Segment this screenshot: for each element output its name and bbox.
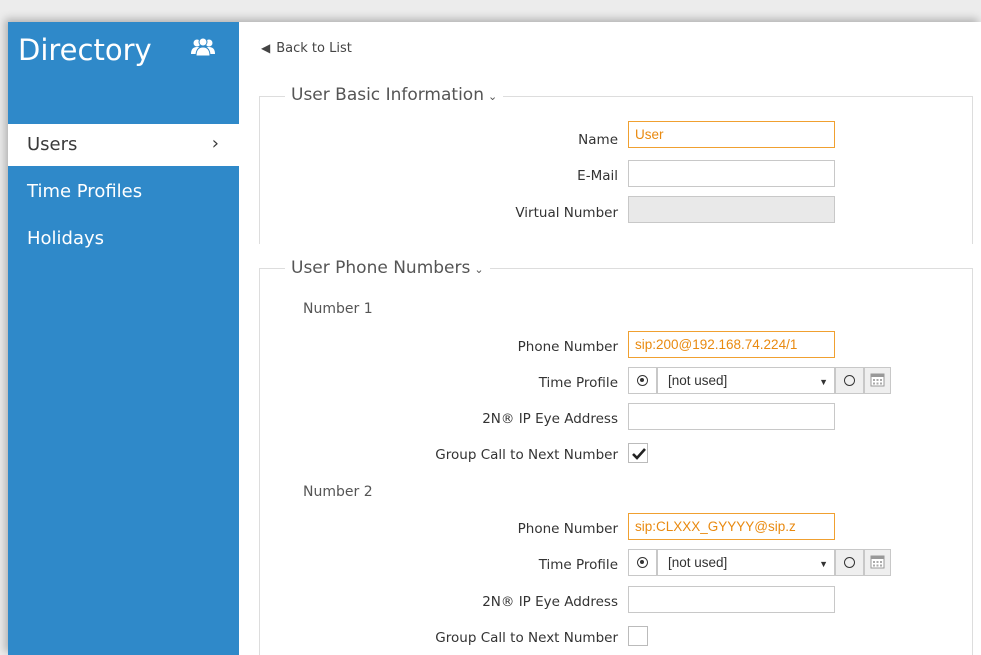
radio-selected-icon bbox=[637, 375, 648, 386]
phone-number-label: Phone Number bbox=[517, 339, 618, 355]
sidebar-item-users[interactable]: Users › bbox=[8, 124, 239, 166]
email-label: E-Mail bbox=[577, 168, 618, 184]
chevron-down-icon: ⌄ bbox=[474, 263, 484, 276]
users-group-icon bbox=[191, 37, 215, 57]
time-profile-select[interactable]: [not used] ▼ bbox=[657, 367, 835, 394]
group-call-label: Group Call to Next Number bbox=[435, 630, 618, 646]
time-profile-value: [not used] bbox=[668, 373, 728, 388]
sidebar-item-label: Holidays bbox=[27, 228, 105, 249]
back-arrow-icon: ◀ bbox=[261, 41, 271, 55]
app-window: Directory Users › Time Profiles Holidays… bbox=[8, 22, 981, 655]
ip-eye-address-label: 2N® IP Eye Address bbox=[482, 411, 618, 427]
dropdown-arrow-icon: ▼ bbox=[819, 559, 828, 569]
time-profile-select-radio[interactable] bbox=[628, 549, 657, 576]
calendar-icon bbox=[870, 373, 885, 387]
calendar-button[interactable] bbox=[864, 549, 891, 576]
time-profile-label: Time Profile bbox=[538, 375, 618, 391]
name-label: Name bbox=[578, 132, 618, 148]
ip-eye-address-input[interactable] bbox=[628, 403, 835, 430]
time-profile-select[interactable]: [not used] ▼ bbox=[657, 549, 835, 576]
section-title-label: User Basic Information bbox=[291, 85, 484, 105]
time-profile-control: [not used] ▼ bbox=[628, 549, 893, 576]
ip-eye-address-input[interactable] bbox=[628, 586, 835, 613]
chevron-right-icon: › bbox=[211, 133, 219, 154]
name-input[interactable]: User bbox=[628, 121, 835, 148]
virtual-number-label: Virtual Number bbox=[515, 205, 618, 221]
section-frame-left bbox=[259, 268, 260, 655]
sidebar-item-time-profiles[interactable]: Time Profiles bbox=[8, 171, 239, 213]
time-profile-value: [not used] bbox=[668, 555, 728, 570]
time-profile-label: Time Profile bbox=[538, 557, 618, 573]
group-call-checkbox[interactable] bbox=[628, 443, 648, 463]
checkmark-icon bbox=[632, 448, 646, 460]
time-profile-custom-radio[interactable] bbox=[835, 549, 864, 576]
sidebar-title: Directory bbox=[18, 33, 152, 67]
phone-number-input[interactable]: sip:CLXXX_GYYYY@sip.z bbox=[628, 513, 835, 540]
time-profile-control: [not used] ▼ bbox=[628, 367, 893, 394]
calendar-icon bbox=[870, 555, 885, 569]
sidebar-item-holidays[interactable]: Holidays bbox=[8, 218, 239, 260]
section-frame-left bbox=[259, 96, 260, 244]
chevron-down-icon: ⌄ bbox=[487, 90, 498, 103]
group-call-checkbox[interactable] bbox=[628, 626, 648, 646]
dropdown-arrow-icon: ▼ bbox=[819, 377, 828, 387]
section-title-basic-info[interactable]: User Basic Information ⌄ bbox=[285, 85, 504, 105]
number-1-title: Number 1 bbox=[303, 301, 373, 317]
phone-number-input[interactable]: sip:200@192.168.74.224/1 bbox=[628, 331, 835, 358]
time-profile-select-radio[interactable] bbox=[628, 367, 657, 394]
section-frame-right bbox=[972, 96, 973, 244]
group-call-label: Group Call to Next Number bbox=[435, 447, 618, 463]
sidebar: Directory Users › Time Profiles Holidays bbox=[8, 22, 239, 655]
number-2-title: Number 2 bbox=[303, 484, 373, 500]
sidebar-item-label: Time Profiles bbox=[27, 181, 143, 202]
back-to-list-label: Back to List bbox=[276, 41, 352, 56]
virtual-number-input bbox=[628, 196, 835, 223]
email-input[interactable] bbox=[628, 160, 835, 187]
time-profile-custom-radio[interactable] bbox=[835, 367, 864, 394]
radio-unselected-icon bbox=[844, 557, 855, 568]
radio-selected-icon bbox=[637, 557, 648, 568]
ip-eye-address-label: 2N® IP Eye Address bbox=[482, 594, 618, 610]
radio-unselected-icon bbox=[844, 375, 855, 386]
section-title-phone-numbers[interactable]: User Phone Numbers ⌄ bbox=[285, 258, 490, 278]
calendar-button[interactable] bbox=[864, 367, 891, 394]
section-frame-right bbox=[972, 268, 973, 655]
sidebar-item-label: Users bbox=[27, 134, 78, 155]
back-to-list-link[interactable]: ◀ Back to List bbox=[261, 41, 352, 56]
phone-number-label: Phone Number bbox=[517, 521, 618, 537]
section-title-label: User Phone Numbers bbox=[291, 258, 471, 278]
